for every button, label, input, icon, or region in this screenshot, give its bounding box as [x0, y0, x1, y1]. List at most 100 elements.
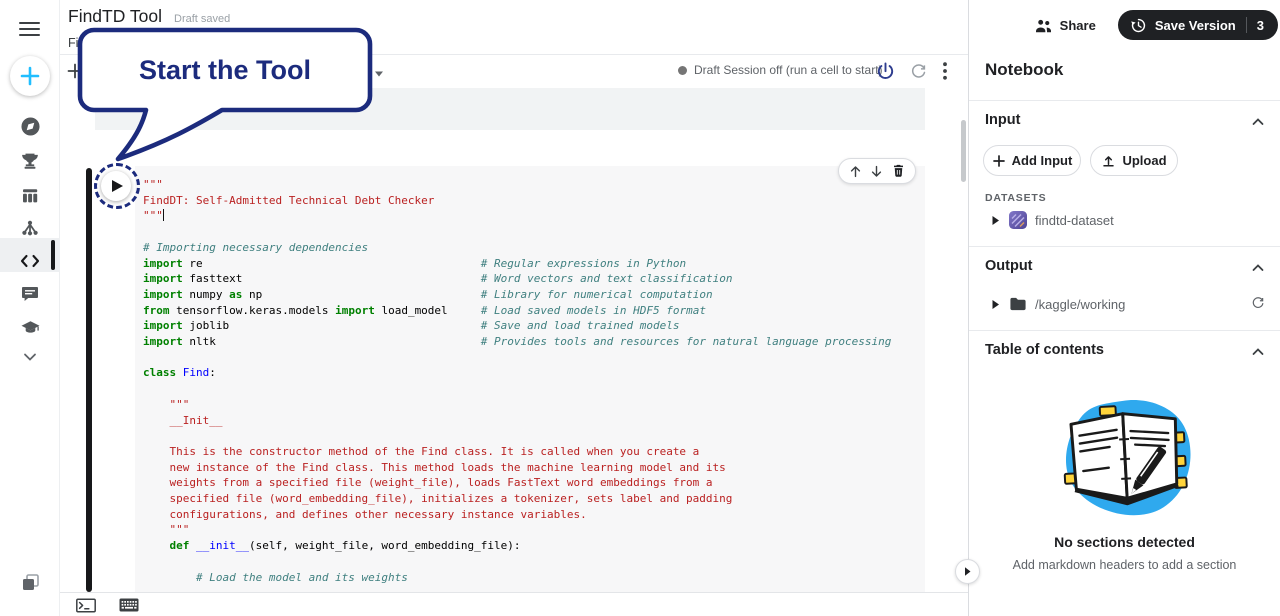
- code-editor[interactable]: """FindDT: Self-Admitted Technical Debt …: [135, 166, 925, 592]
- dataset-name: findtd-dataset: [1035, 213, 1114, 228]
- add-input-button[interactable]: Add Input: [983, 145, 1081, 176]
- learn-icon: [20, 318, 41, 338]
- sidebar-item-datasets[interactable]: [0, 180, 60, 212]
- sidebar-item-models[interactable]: [0, 212, 60, 244]
- save-version-label: Save Version: [1155, 18, 1236, 33]
- notebook-bottom-bar: [60, 592, 968, 616]
- panel-title: Notebook: [985, 60, 1063, 80]
- toc-collapse-button[interactable]: [1250, 344, 1266, 360]
- models-icon: [20, 218, 40, 238]
- explore-icon: [20, 116, 41, 137]
- input-section-title: Input: [985, 112, 1020, 128]
- power-icon: [875, 61, 896, 82]
- chevron-up-icon: [1250, 114, 1266, 130]
- toolbar-more-button[interactable]: [932, 58, 958, 84]
- add-input-label: Add Input: [1012, 153, 1073, 168]
- draft-status: Draft saved: [174, 13, 230, 25]
- menu-file[interactable]: File: [68, 36, 88, 50]
- create-button[interactable]: [10, 56, 50, 96]
- sidebar-item-discussions[interactable]: [0, 278, 60, 310]
- session-status-dot: [678, 66, 687, 75]
- upload-button[interactable]: Upload: [1090, 145, 1178, 176]
- output-collapse-button[interactable]: [1250, 260, 1266, 276]
- add-icon: [992, 154, 1006, 168]
- collapsed-cell[interactable]: [95, 88, 925, 130]
- refresh-output-button[interactable]: [1250, 295, 1268, 313]
- kebab-menu-icon: [943, 62, 947, 80]
- folder-icon: [1009, 296, 1027, 312]
- move-cell-up-button[interactable]: [847, 162, 865, 180]
- panel-collapse-button[interactable]: [955, 559, 980, 584]
- keyboard-icon: [119, 598, 139, 612]
- add-cell-dropdown[interactable]: [374, 65, 384, 73]
- menu-icon[interactable]: [17, 16, 43, 42]
- output-section-title: Output: [985, 258, 1033, 274]
- sync-icon: [909, 62, 928, 81]
- sidebar-item-learn[interactable]: [0, 312, 60, 344]
- dataset-row[interactable]: findtd-dataset: [969, 208, 1280, 232]
- terminal-icon: [76, 598, 96, 613]
- delete-cell-button[interactable]: [889, 162, 907, 180]
- notebook-scrollbar-thumb[interactable]: [961, 120, 966, 182]
- share-button[interactable]: Share: [1034, 18, 1096, 33]
- console-button[interactable]: [75, 597, 97, 613]
- refresh-icon: [1250, 295, 1266, 311]
- top-actions: Share Save Version 3: [1034, 10, 1278, 40]
- trash-icon: [891, 163, 906, 179]
- upload-label: Upload: [1122, 153, 1166, 168]
- sidebar-item-code[interactable]: [0, 245, 60, 277]
- upload-icon: [1101, 153, 1116, 168]
- save-version-divider: [1246, 17, 1247, 33]
- chevron-down-icon: [22, 351, 38, 363]
- notebook-header: FindTD Tool Draft saved File: [60, 0, 968, 55]
- caret-right-icon: [963, 566, 972, 577]
- notebook-area: FindTD Tool Draft saved File Draft Sessi…: [60, 0, 968, 616]
- session-status: Draft Session off (run a cell to start): [678, 63, 883, 77]
- sidebar-item-home[interactable]: [0, 110, 60, 142]
- sidebar-item-more[interactable]: [0, 341, 60, 373]
- dataset-icon: [1009, 211, 1027, 229]
- chevron-up-icon: [1250, 260, 1266, 276]
- add-cell-button[interactable]: [64, 60, 86, 82]
- divider: [969, 100, 1280, 101]
- caret-right-icon: [991, 215, 1000, 226]
- code-icon: [19, 251, 41, 271]
- sidebar-item-competitions[interactable]: [0, 145, 60, 177]
- chevron-up-icon: [1250, 344, 1266, 360]
- competitions-icon: [20, 151, 40, 171]
- cell-actions-toolbar: [838, 158, 916, 184]
- output-path: /kaggle/working: [1035, 297, 1125, 312]
- caret-right-icon: [991, 299, 1000, 310]
- history-icon: [1130, 17, 1147, 34]
- left-sidebar: [0, 0, 60, 616]
- toc-empty-hint: Add markdown headers to add a section: [969, 558, 1280, 572]
- input-collapse-button[interactable]: [1250, 114, 1266, 130]
- session-power-button[interactable]: [872, 58, 898, 84]
- play-icon: [112, 180, 123, 192]
- copy-icon: [20, 572, 41, 593]
- add-icon: [64, 60, 86, 82]
- toc-section-title: Table of contents: [985, 342, 1104, 358]
- session-restart-button[interactable]: [905, 58, 931, 84]
- divider: [969, 246, 1280, 247]
- move-cell-down-button[interactable]: [868, 162, 886, 180]
- sidebar-item-copy[interactable]: [0, 566, 60, 598]
- session-status-text: Draft Session off (run a cell to start): [694, 63, 883, 77]
- toc-empty-title: No sections detected: [969, 534, 1280, 550]
- keyboard-shortcuts-button[interactable]: [118, 597, 140, 613]
- run-cell-button[interactable]: [101, 171, 131, 201]
- dropdown-caret-icon: [374, 70, 384, 78]
- notebook-illustration: [1041, 388, 1209, 531]
- share-label: Share: [1060, 18, 1096, 33]
- arrow-down-icon: [869, 164, 884, 179]
- arrow-up-icon: [848, 164, 863, 179]
- version-count-badge[interactable]: 3: [1255, 18, 1266, 33]
- cell-focus-bar: [86, 168, 92, 592]
- share-people-icon: [1034, 18, 1053, 33]
- right-panel: Notebook Input Add Input Upload DATASETS: [968, 0, 1280, 616]
- save-version-button[interactable]: Save Version 3: [1118, 10, 1278, 40]
- discussions-icon: [20, 284, 40, 304]
- notebook-title: FindTD Tool: [68, 6, 162, 27]
- notebook-toolbar: Draft Session off (run a cell to start): [60, 55, 968, 88]
- output-folder-row[interactable]: /kaggle/working: [969, 292, 1280, 316]
